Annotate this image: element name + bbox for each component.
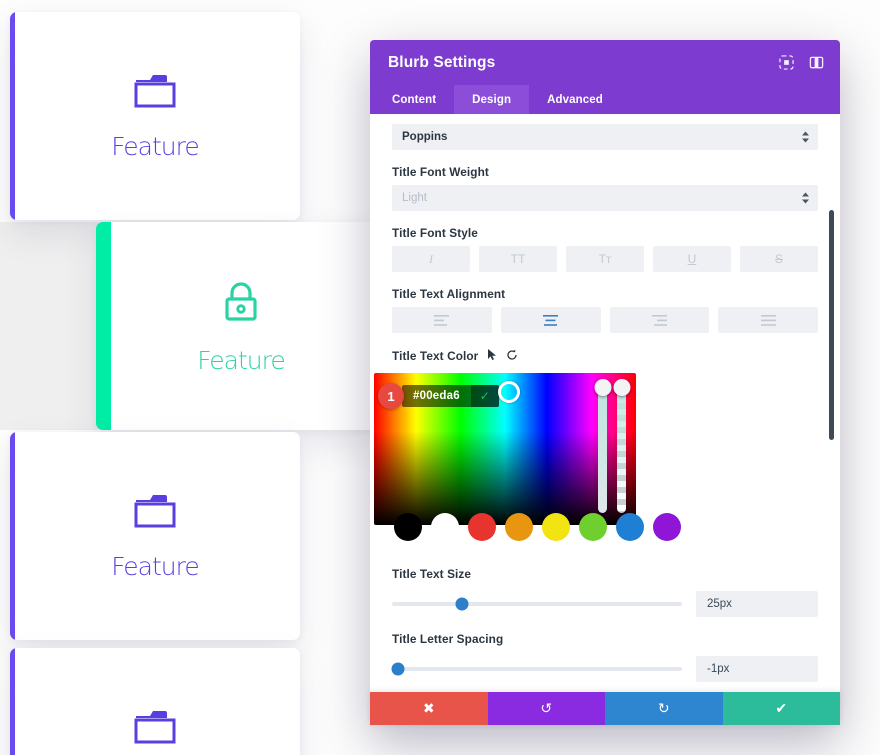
align-left-button[interactable]: [392, 307, 492, 333]
text-color-label: Title Text Color: [392, 349, 479, 363]
card-title: Feature: [111, 552, 199, 581]
modal-tab-bar: Content Design Advanced: [370, 85, 840, 114]
uppercase-button[interactable]: TT: [479, 246, 557, 272]
lock-icon: [218, 277, 264, 330]
feature-card[interactable]: Feature: [10, 648, 300, 755]
hue-slider-knob[interactable]: [594, 379, 611, 396]
card-title: Feature: [197, 346, 285, 375]
step-badge: 1: [378, 383, 404, 409]
color-swatch-row: [394, 513, 681, 541]
folder-icon: [131, 707, 179, 752]
font-weight-select[interactable]: Light: [392, 185, 818, 211]
color-swatch[interactable]: [431, 513, 459, 541]
color-swatch[interactable]: [653, 513, 681, 541]
reset-color-icon[interactable]: [506, 349, 518, 364]
text-size-value[interactable]: 25px: [696, 591, 818, 617]
color-swatch[interactable]: [542, 513, 570, 541]
align-right-button[interactable]: [609, 307, 710, 333]
color-picker: 1 #00eda6 ✓: [374, 373, 818, 541]
modal-action-bar: ✖ ↺ ↻ ✔: [370, 692, 840, 725]
font-weight-value: Light: [402, 192, 427, 204]
hex-input[interactable]: #00eda6: [402, 385, 471, 407]
text-alignment-label: Title Text Alignment: [392, 287, 506, 301]
undo-button[interactable]: ↺: [487, 692, 605, 725]
feature-card[interactable]: Feature: [10, 12, 300, 220]
italic-button[interactable]: I: [392, 246, 470, 272]
alpha-slider[interactable]: [613, 379, 630, 513]
hex-input-group: #00eda6 ✓: [402, 385, 499, 407]
align-center-button[interactable]: [500, 307, 601, 333]
tab-content[interactable]: Content: [374, 85, 454, 114]
text-size-label: Title Text Size: [392, 567, 472, 581]
color-swatch[interactable]: [616, 513, 644, 541]
font-family-select[interactable]: Poppins: [392, 124, 818, 150]
scrollbar-track[interactable]: [829, 114, 837, 725]
card-ghost-block: [0, 222, 100, 430]
feature-card[interactable]: Feature: [10, 432, 300, 640]
color-swatch[interactable]: [394, 513, 422, 541]
text-alignment-button-row: [392, 307, 818, 333]
card-title: Feature: [111, 132, 199, 161]
small-caps-button[interactable]: Tᴛ: [566, 246, 644, 272]
color-cursor-handle[interactable]: [498, 381, 520, 403]
folder-icon: [131, 491, 179, 536]
font-style-button-row: I TT Tᴛ U S: [392, 246, 818, 272]
tab-design[interactable]: Design: [454, 85, 530, 114]
tab-advanced[interactable]: Advanced: [529, 85, 621, 114]
cursor-pointer-icon: [487, 348, 497, 364]
hex-confirm-button[interactable]: ✓: [470, 385, 499, 407]
color-swatch[interactable]: [505, 513, 533, 541]
letter-spacing-slider-knob[interactable]: [391, 662, 405, 676]
scrollbar-thumb[interactable]: [829, 210, 834, 440]
strikethrough-button[interactable]: S: [740, 246, 818, 272]
hue-slider[interactable]: [594, 379, 611, 513]
text-size-slider-row: 25px: [392, 591, 818, 617]
cancel-button[interactable]: ✖: [370, 692, 488, 725]
underline-button[interactable]: U: [653, 246, 731, 272]
chevron-updown-icon: [802, 131, 809, 143]
modal-title: Blurb Settings: [388, 53, 496, 71]
page-root: Feature Feature Feature Blurb Settings C…: [0, 0, 880, 755]
alpha-slider-knob[interactable]: [613, 379, 630, 396]
redo-button[interactable]: ↻: [605, 692, 723, 725]
settings-scroll-area: Poppins Title Font Weight Light Title Fo…: [370, 114, 840, 725]
text-size-slider[interactable]: [392, 597, 682, 611]
text-size-slider-knob[interactable]: [455, 597, 469, 611]
chevron-updown-icon: [802, 192, 809, 204]
folder-icon: [131, 71, 179, 116]
save-button[interactable]: ✔: [722, 692, 840, 725]
color-gradient-panel[interactable]: #00eda6 ✓: [374, 373, 681, 541]
letter-spacing-slider-row: -1px: [391, 656, 818, 682]
letter-spacing-value[interactable]: -1px: [696, 656, 818, 682]
layout-toggle-icon[interactable]: [806, 53, 826, 73]
text-color-label-row: Title Text Color: [392, 348, 818, 364]
feature-card[interactable]: Feature: [96, 222, 386, 430]
align-justify-button[interactable]: [718, 307, 818, 333]
font-family-value: Poppins: [402, 131, 448, 143]
expand-icon[interactable]: [776, 53, 796, 73]
font-style-label: Title Font Style: [392, 226, 478, 240]
letter-spacing-label: Title Letter Spacing: [392, 632, 504, 646]
color-swatch[interactable]: [468, 513, 496, 541]
modal-header: Blurb Settings: [370, 40, 840, 85]
color-swatch[interactable]: [579, 513, 607, 541]
letter-spacing-slider[interactable]: [391, 662, 682, 676]
font-weight-label: Title Font Weight: [392, 165, 489, 179]
blurb-settings-modal: Blurb Settings Content Design Advanced P…: [370, 40, 840, 725]
